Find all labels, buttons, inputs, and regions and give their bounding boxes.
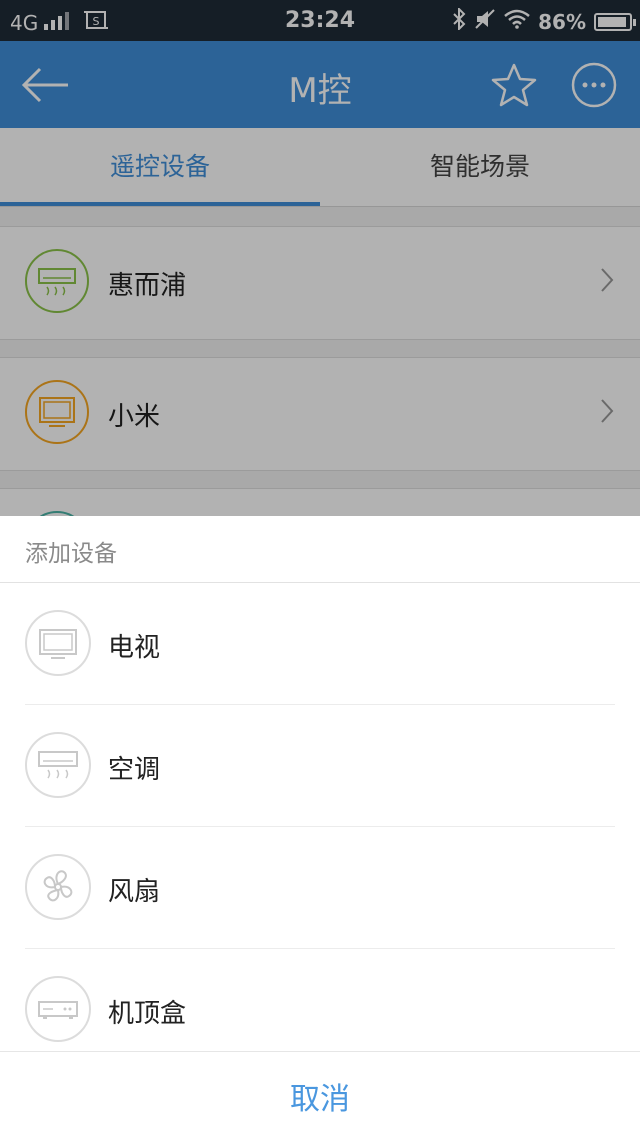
option-icon-circle <box>25 854 91 920</box>
add-device-sheet: 添加设备 电视 空调 风扇 机顶盒 取消 <box>0 516 640 1137</box>
option-fan[interactable]: 风扇 <box>0 827 640 949</box>
set-top-box-icon <box>38 1001 78 1019</box>
option-icon-circle <box>25 976 91 1042</box>
option-icon-circle <box>25 732 91 798</box>
tv-icon <box>39 629 77 659</box>
air-conditioner-icon <box>38 751 78 779</box>
cancel-bar: 取消 <box>0 1051 640 1137</box>
option-tv[interactable]: 电视 <box>0 583 640 705</box>
option-label: 机顶盒 <box>108 999 187 1029</box>
sheet-title: 添加设备 <box>25 541 117 567</box>
option-air-conditioner[interactable]: 空调 <box>0 705 640 827</box>
fan-icon <box>43 870 73 902</box>
screen: 4G S 23:24 86% M控 遥控设备 智能场景 惠而浦 小米 添加设备 … <box>0 0 640 1137</box>
option-label: 风扇 <box>108 877 161 907</box>
option-label: 电视 <box>108 633 161 663</box>
option-label: 空调 <box>108 755 161 785</box>
option-icon-circle <box>25 610 91 676</box>
cancel-button[interactable]: 取消 <box>0 1074 640 1118</box>
